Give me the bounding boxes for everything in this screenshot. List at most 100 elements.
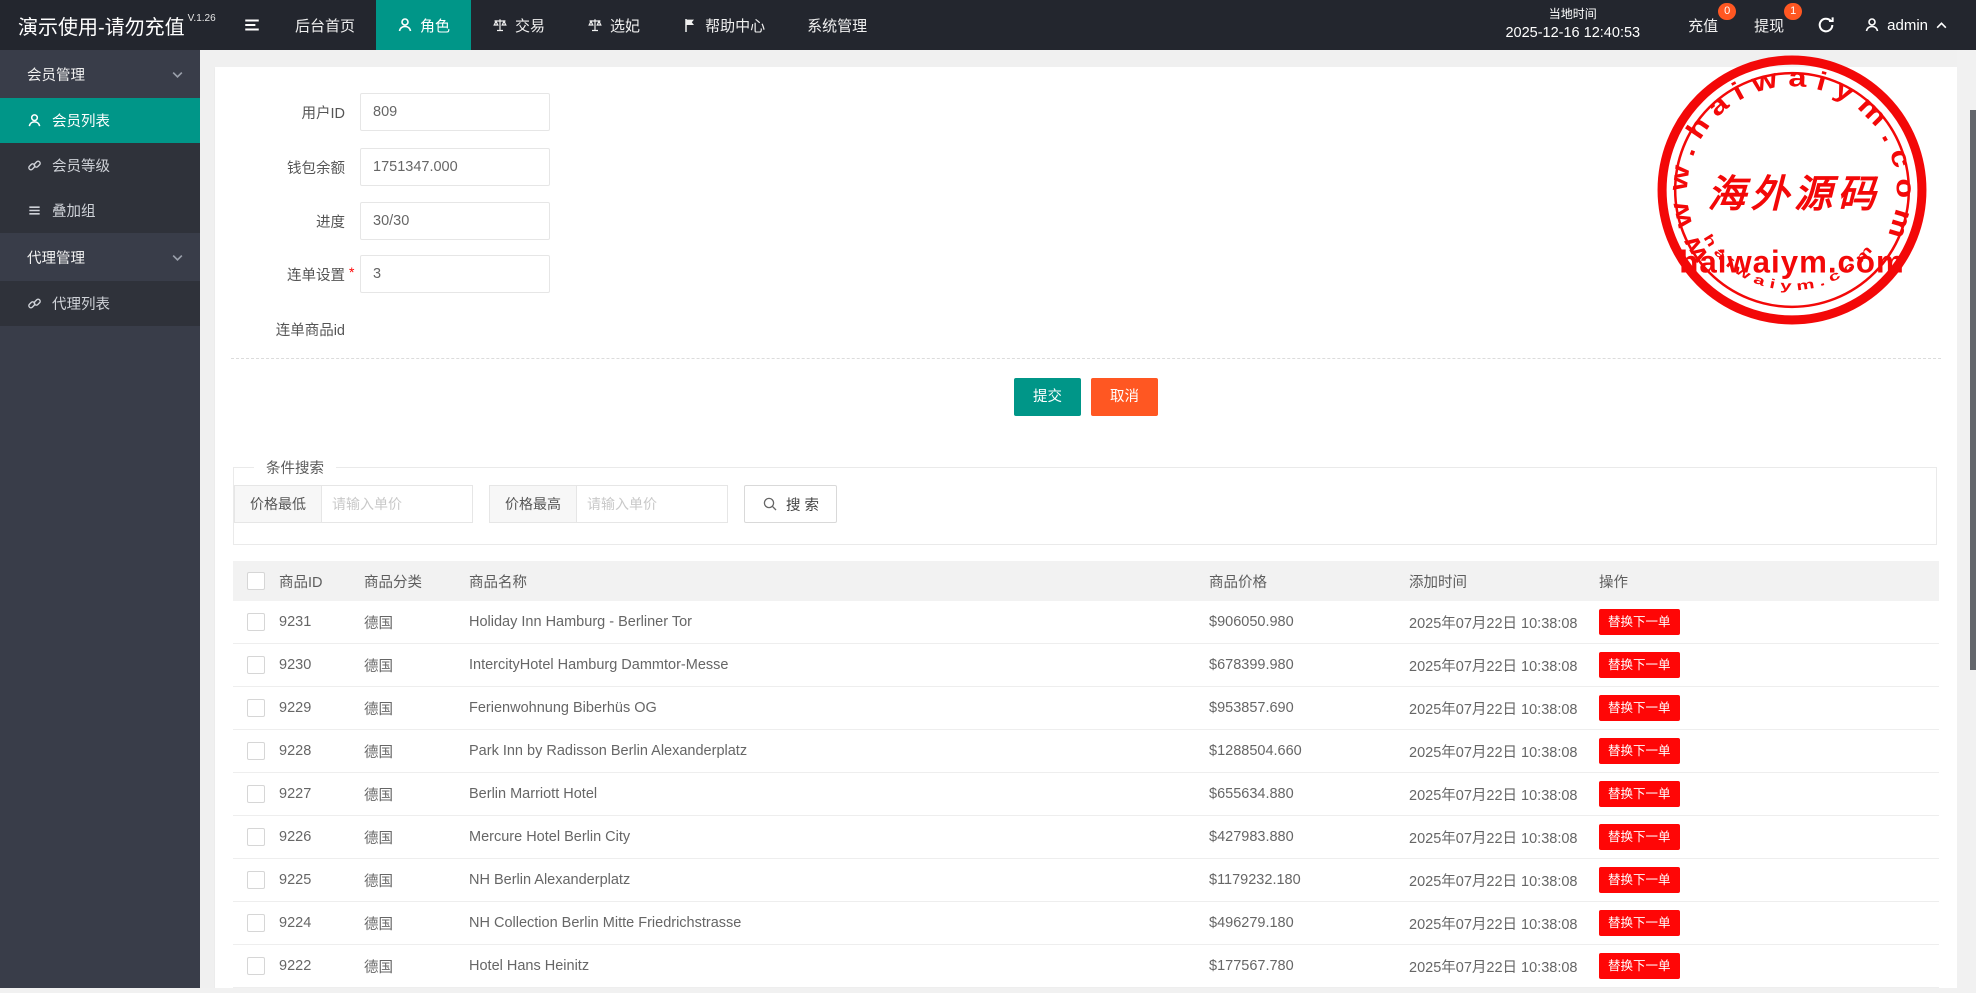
replace-next-order-button[interactable]: 替换下一单: [1599, 867, 1680, 893]
scales-icon: [587, 17, 603, 33]
row-checkbox[interactable]: [247, 957, 265, 975]
cell-product-id: 9225: [279, 859, 364, 902]
form-row-progress: 进度: [215, 202, 775, 240]
list-icon: [27, 203, 42, 218]
cell-time: 2025年07月22日 10:38:08: [1409, 859, 1599, 902]
sidebar-item-label: 会员等级: [52, 155, 110, 176]
chain-order-setting-input[interactable]: [360, 255, 550, 293]
row-checkbox[interactable]: [247, 785, 265, 803]
replace-next-order-button[interactable]: 替换下一单: [1599, 781, 1680, 807]
search-group-price-max: 价格最高: [489, 485, 728, 523]
cell-category: 德国: [364, 816, 469, 859]
row-checkbox-cell: [233, 773, 279, 816]
sidebar-item-member-list[interactable]: 会员列表: [0, 98, 200, 143]
replace-next-order-button[interactable]: 替换下一单: [1599, 824, 1680, 850]
recharge-badge: 0: [1718, 3, 1736, 20]
select-all-checkbox[interactable]: [247, 572, 265, 590]
nav-item-role[interactable]: 角色: [376, 0, 471, 50]
replace-next-order-button[interactable]: 替换下一单: [1599, 910, 1680, 936]
cell-time: 2025年07月22日 10:38:08: [1409, 601, 1599, 644]
cancel-button[interactable]: 取消: [1091, 378, 1158, 416]
replace-next-order-button[interactable]: 替换下一单: [1599, 652, 1680, 678]
sidebar-item-agent-list[interactable]: 代理列表: [0, 281, 200, 326]
form-buttons: 提交 取消: [215, 378, 1957, 416]
recharge-button[interactable]: 充值 0: [1670, 0, 1736, 50]
row-checkbox[interactable]: [247, 656, 265, 674]
cell-product-id: 9230: [279, 644, 364, 687]
refresh-icon: [1817, 16, 1835, 34]
topbar-right: 当地时间 2025-12-16 12:40:53 充值 0 提现 1 admin: [1505, 0, 1976, 50]
replace-next-order-button[interactable]: 替换下一单: [1599, 738, 1680, 764]
form-field-label: 连单设置: [215, 264, 345, 285]
cell-product-name: NH Collection Berlin Mitte Friedrichstra…: [469, 902, 1209, 945]
progress-input[interactable]: [360, 202, 550, 240]
form-row-chain-order-setting: 连单设置*: [215, 255, 775, 293]
row-checkbox[interactable]: [247, 699, 265, 717]
cell-product-id: 9227: [279, 773, 364, 816]
chevron-up-icon: [1935, 19, 1948, 32]
row-checkbox[interactable]: [247, 742, 265, 760]
wallet-balance-input[interactable]: [360, 148, 550, 186]
nav-item-trade[interactable]: 交易: [471, 0, 566, 50]
nav-item-xuanfei[interactable]: 选妃: [566, 0, 661, 50]
nav-item-dashboard[interactable]: 后台首页: [274, 0, 376, 50]
nav-item-system[interactable]: 系统管理: [786, 0, 888, 50]
sidebar-item-stack-group[interactable]: 叠加组: [0, 188, 200, 233]
row-checkbox[interactable]: [247, 613, 265, 631]
table-row: 9226德国Mercure Hotel Berlin City$427983.8…: [233, 816, 1939, 859]
scales-icon: [492, 17, 508, 33]
user-icon: [397, 17, 413, 33]
replace-next-order-button[interactable]: 替换下一单: [1599, 695, 1680, 721]
replace-next-order-button[interactable]: 替换下一单: [1599, 609, 1680, 635]
cell-time: 2025年07月22日 10:38:08: [1409, 644, 1599, 687]
cell-product-id: 9222: [279, 945, 364, 988]
hamburger-icon: [243, 16, 261, 34]
cell-product-name: Hotel Hans Heinitz: [469, 945, 1209, 988]
user-id-input[interactable]: [360, 93, 550, 131]
link-icon: [27, 158, 42, 173]
sidebar-item-member-level[interactable]: 会员等级: [0, 143, 200, 188]
cell-category: 德国: [364, 644, 469, 687]
app-version: V.1.26: [188, 13, 216, 24]
nav-item-label: 交易: [515, 15, 545, 36]
row-checkbox-cell: [233, 816, 279, 859]
row-checkbox-cell: [233, 859, 279, 902]
collapse-menu-button[interactable]: [230, 0, 274, 50]
row-checkbox-cell: [233, 730, 279, 773]
sidebar-group-member-management[interactable]: 会员管理: [0, 50, 200, 98]
submit-button[interactable]: 提交: [1014, 378, 1081, 416]
cell-time: 2025年07月22日 10:38:08: [1409, 730, 1599, 773]
price-max-input[interactable]: [576, 485, 728, 523]
nav-item-label: 选妃: [610, 15, 640, 36]
chain-product-id-label: 连单商品id: [215, 319, 345, 340]
cell-time: 2025年07月22日 10:38:08: [1409, 945, 1599, 988]
cell-time: 2025年07月22日 10:38:08: [1409, 773, 1599, 816]
search-fieldset: 条件搜索 价格最低价格最高搜 索: [233, 467, 1937, 545]
cell-time: 2025年07月22日 10:38:08: [1409, 816, 1599, 859]
topbar-spacer: [888, 0, 1505, 50]
replace-next-order-button[interactable]: 替换下一单: [1599, 953, 1680, 979]
search-icon: [762, 496, 778, 512]
table-body: 9231德国Holiday Inn Hamburg - Berliner Tor…: [233, 601, 1939, 993]
row-checkbox[interactable]: [247, 871, 265, 889]
withdraw-button[interactable]: 提现 1: [1736, 0, 1802, 50]
price-min-input[interactable]: [321, 485, 473, 523]
cell-action: 替换下一单: [1599, 687, 1939, 730]
row-checkbox[interactable]: [247, 828, 265, 846]
app-logo: 演示使用-请勿充值 V.1.26: [0, 0, 230, 50]
row-checkbox[interactable]: [247, 914, 265, 932]
cell-product-name: Ferienwohnung Biberhüs OG: [469, 687, 1209, 730]
nav-item-label: 后台首页: [295, 15, 355, 36]
search-button[interactable]: 搜 索: [744, 485, 837, 523]
sidebar-item-label: 会员列表: [52, 110, 110, 131]
nav-item-help-center[interactable]: 帮助中心: [661, 0, 786, 50]
cell-price: $655634.880: [1209, 773, 1409, 816]
vertical-scrollbar-thumb[interactable]: [1970, 110, 1976, 670]
cell-category: 德国: [364, 601, 469, 644]
cell-price: $427983.880: [1209, 816, 1409, 859]
form-divider: [231, 358, 1941, 359]
refresh-button[interactable]: [1802, 16, 1850, 34]
cell-action: 替换下一单: [1599, 816, 1939, 859]
admin-menu[interactable]: admin: [1850, 17, 1966, 34]
sidebar-group-agent-management[interactable]: 代理管理: [0, 233, 200, 281]
